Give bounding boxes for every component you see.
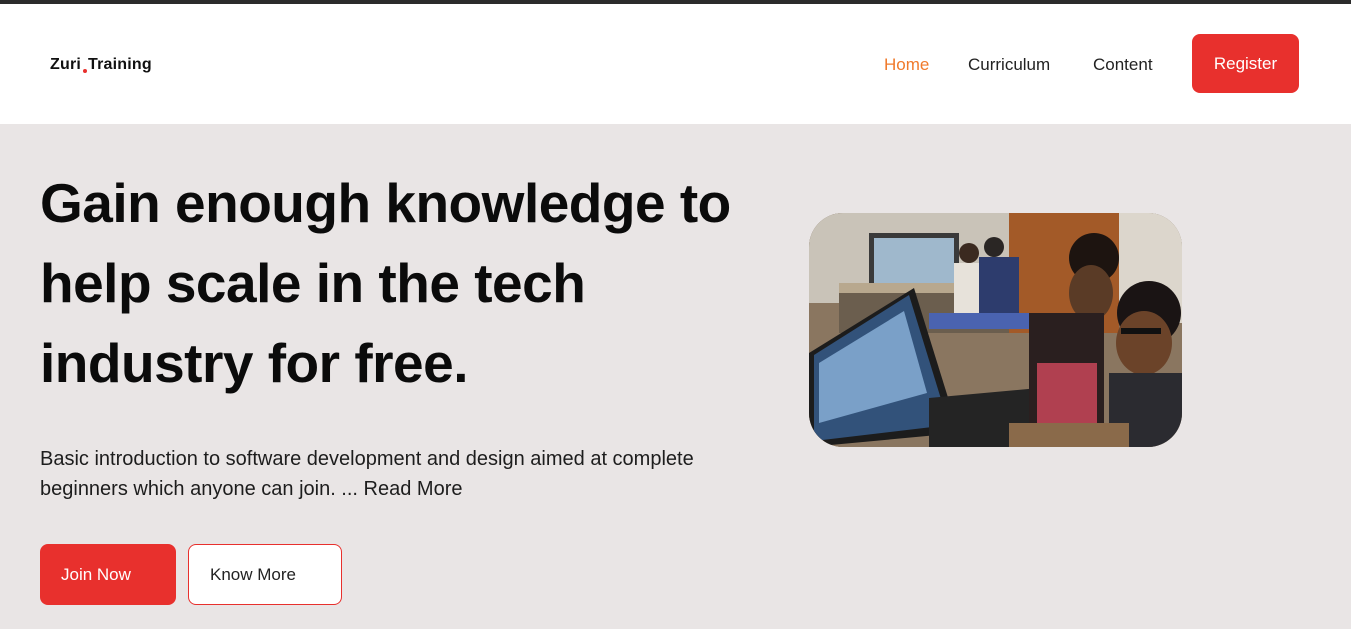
hero-photo-illustration: [809, 213, 1182, 447]
know-more-button[interactable]: Know More: [188, 544, 342, 605]
hero-photo: [809, 213, 1182, 447]
hero-title: Gain enough knowledge to help scale in t…: [40, 172, 731, 394]
logo-text-left: Zuri: [50, 56, 82, 73]
hero-description: Basic introduction to software developme…: [40, 448, 694, 500]
logo-text-right: Training: [88, 56, 152, 73]
register-button[interactable]: Register: [1192, 34, 1299, 93]
nav-link-content[interactable]: Content: [1093, 55, 1153, 75]
nav-link-curriculum[interactable]: Curriculum: [968, 55, 1050, 75]
nav-link-home[interactable]: Home: [884, 55, 929, 75]
site-header: Zuri Training Home Curriculum Content Reg…: [0, 4, 1351, 124]
logo-dot-icon: [83, 69, 88, 73]
join-now-button[interactable]: Join Now: [40, 544, 176, 605]
site-logo[interactable]: Zuri Training: [50, 56, 152, 74]
